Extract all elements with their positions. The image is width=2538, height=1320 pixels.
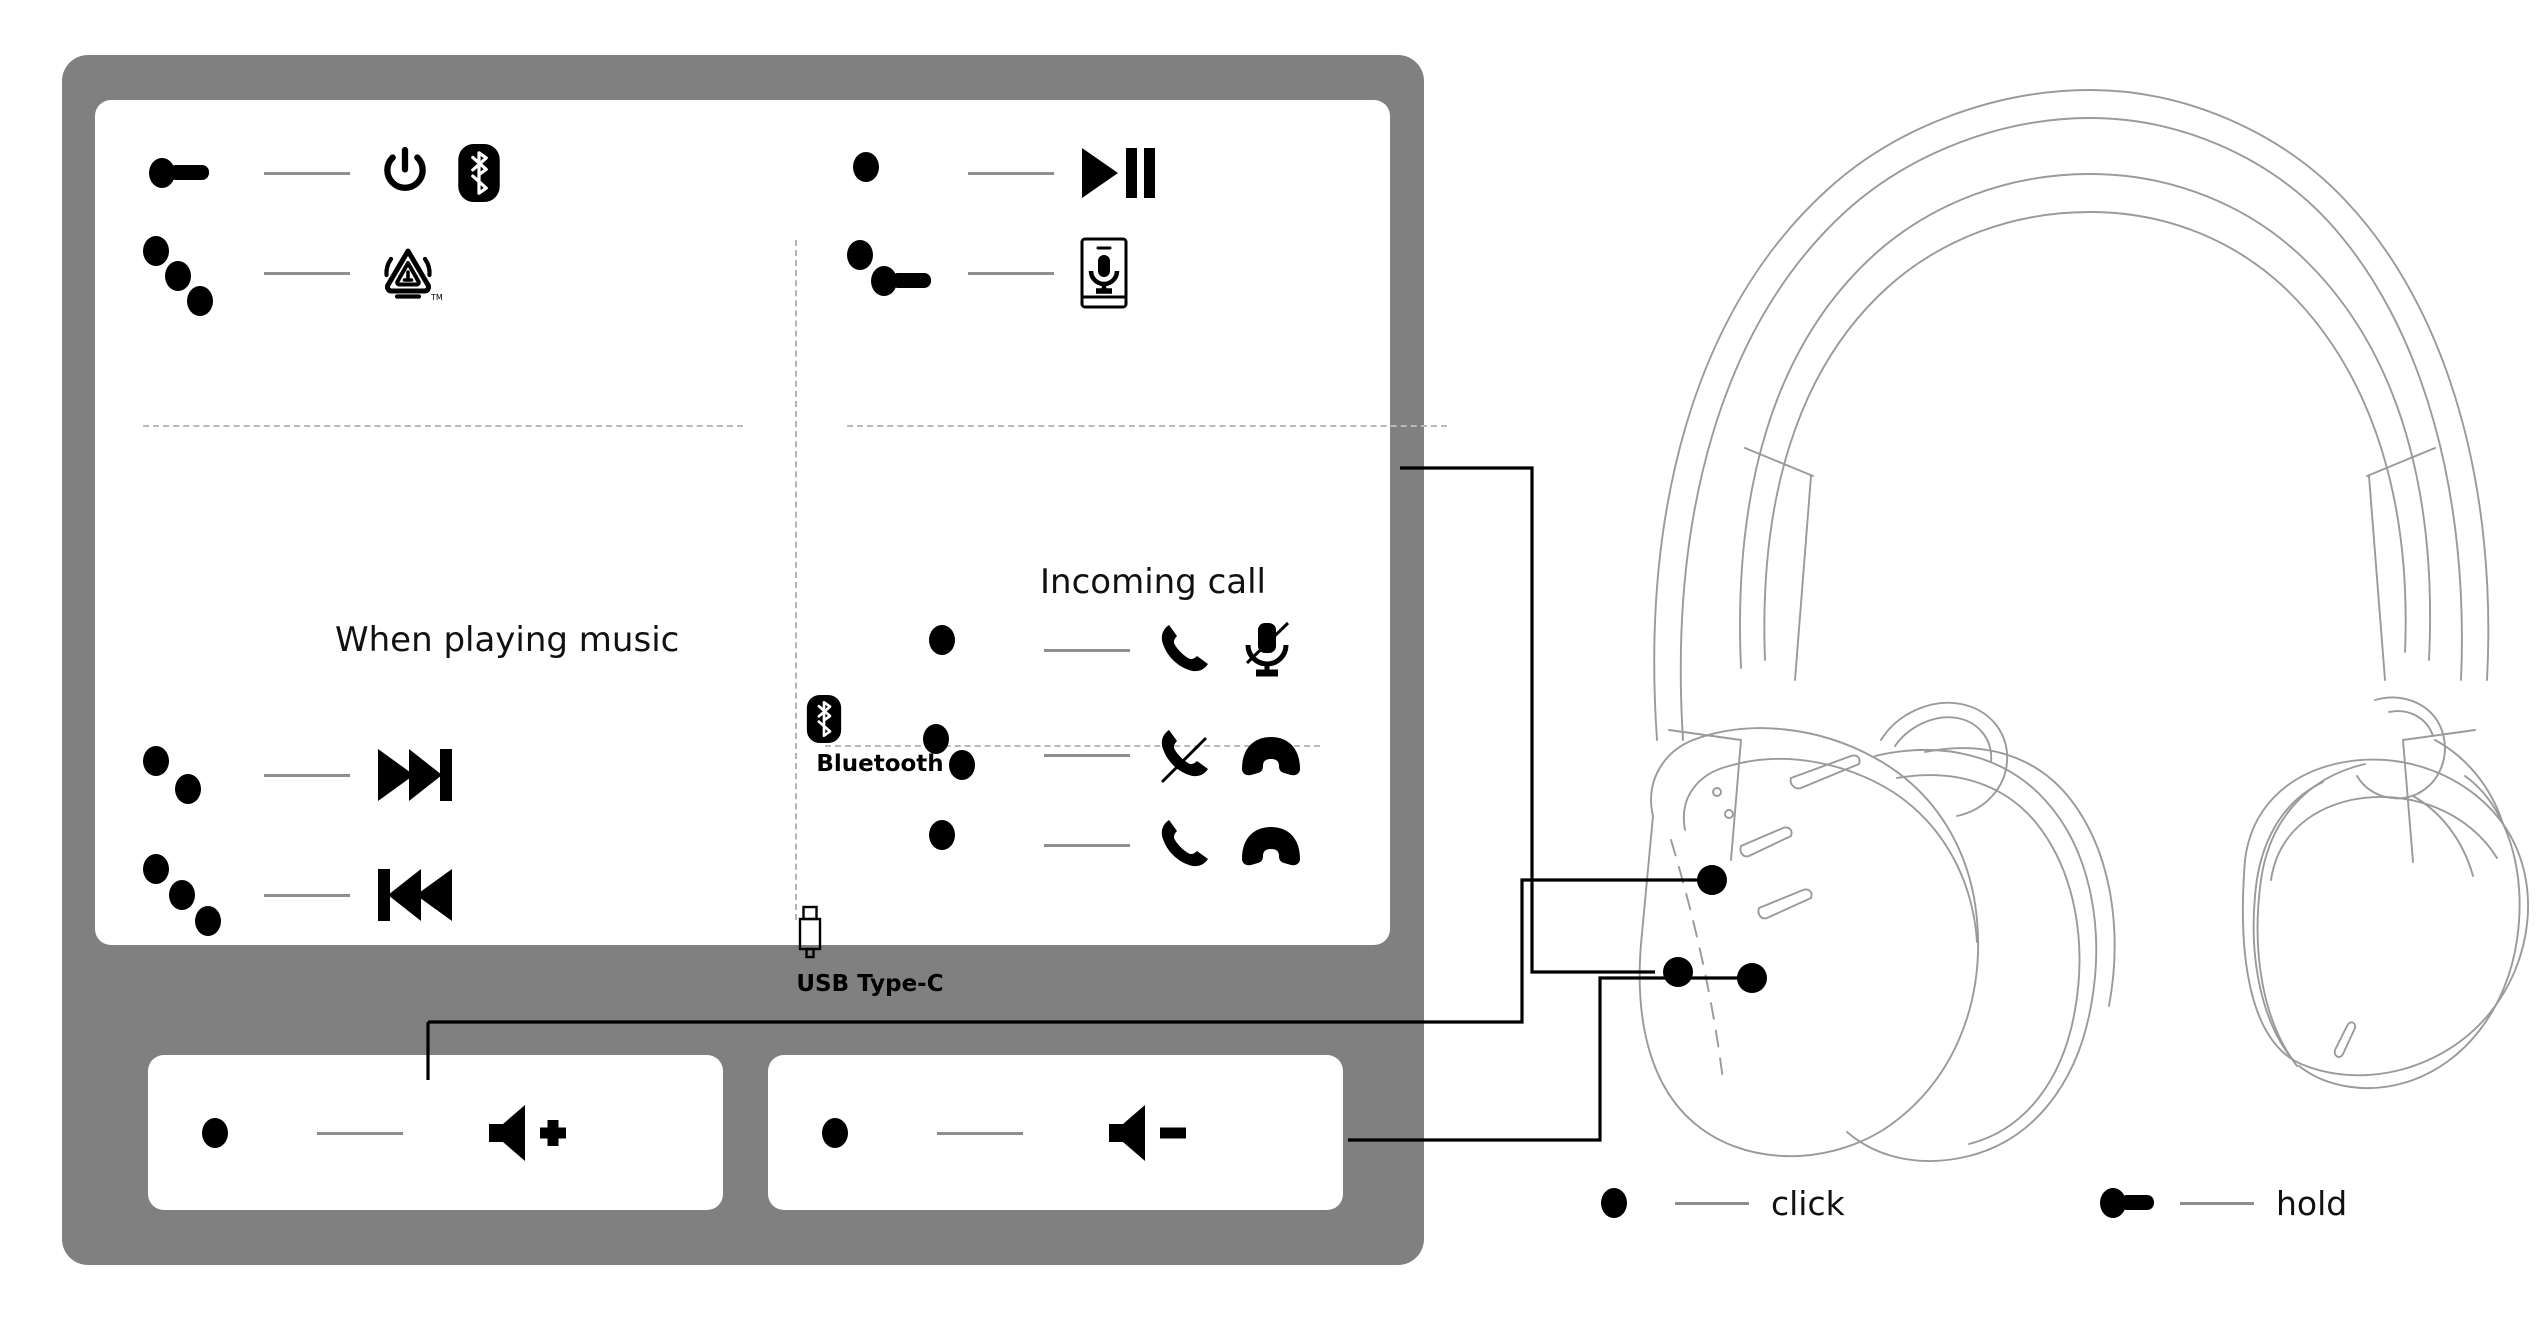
legend-click-symbol [1595, 1180, 1653, 1226]
gesture-click-x3-1 [143, 228, 238, 318]
gesture-hold-stem [2120, 1195, 2154, 1210]
gesture-row-usb-call[interactable] [923, 800, 1304, 890]
gesture-click-1 [847, 128, 942, 218]
mic-mute-icon [1238, 619, 1296, 681]
next-track-icon [376, 746, 454, 804]
diagram-canvas: TM When playing music Incoming call Blue… [0, 0, 2538, 1320]
hang-up-icon [1238, 733, 1304, 777]
gesture-dot [143, 236, 169, 266]
connector-dash [1044, 843, 1130, 847]
horizontal-divider-right [847, 425, 1447, 427]
volume-down-card[interactable] [768, 1055, 1343, 1210]
connector-dash [317, 1131, 403, 1135]
play-pause-icon [1080, 145, 1158, 201]
gesture-dot [929, 625, 955, 655]
connector-dash [264, 893, 350, 897]
legend-item-hold: hold [2100, 1180, 2347, 1226]
gesture-dot [187, 286, 213, 316]
gesture-click-2 [923, 605, 1018, 695]
horizontal-divider-left [143, 425, 743, 427]
headphones-illustration [1545, 40, 2535, 1162]
connector-dash [1044, 753, 1130, 757]
gesture-dot [202, 1118, 228, 1148]
connector-dash [264, 271, 350, 275]
power-icon [376, 144, 434, 202]
legend-dash [2180, 1201, 2254, 1205]
gesture-click-3 [923, 800, 1018, 890]
gesture-row-volume-down[interactable] [816, 1088, 1197, 1178]
connector-dash [968, 271, 1054, 275]
gesture-dot [929, 820, 955, 850]
gesture-click-x3-2 [143, 850, 238, 940]
connector-dash [264, 171, 350, 175]
volume-up-icon [485, 1102, 577, 1164]
main-controls-card: TM When playing music Incoming call Blue… [95, 100, 1447, 997]
hang-up-icon [1238, 823, 1304, 867]
gesture-row-play-pause[interactable] [847, 128, 1158, 218]
auracast-icon: TM [376, 241, 443, 305]
section-heading-incoming-call: Incoming call [1040, 562, 1266, 602]
reject-call-icon [1156, 724, 1218, 786]
gesture-dot [169, 880, 195, 910]
gesture-row-power[interactable] [143, 128, 504, 218]
gesture-dot [949, 750, 975, 780]
gesture-hold-stem [891, 273, 931, 288]
gesture-row-next-track[interactable] [143, 730, 454, 820]
gesture-row-answer-call[interactable] [923, 605, 1296, 695]
gesture-click-volume-up [196, 1088, 291, 1178]
source-label-usb-type-c: USB Type-C [796, 971, 944, 997]
usb-type-c-icon [795, 905, 945, 963]
gesture-dot [175, 774, 201, 804]
answer-call-icon [1156, 814, 1218, 876]
gesture-click-x2-1 [143, 730, 238, 820]
volume-up-card[interactable] [148, 1055, 723, 1210]
gesture-row-reject-call[interactable] [923, 710, 1304, 800]
gesture-dot [1601, 1188, 1627, 1218]
gesture-hold-stem [169, 165, 209, 180]
gesture-row-voice-assistant[interactable] [847, 228, 1128, 318]
gesture-click-hold-1 [847, 228, 942, 318]
section-heading-music: When playing music [335, 620, 680, 660]
gesture-hold-1 [143, 128, 238, 218]
answer-call-icon [1156, 619, 1218, 681]
connector-dash [264, 773, 350, 777]
gesture-dot [195, 906, 221, 936]
legend-label-click: click [1771, 1183, 1845, 1223]
legend-dash [1675, 1201, 1749, 1205]
connector-dash [1044, 648, 1130, 652]
legend-item-click: click [1595, 1180, 1845, 1226]
gesture-dot [847, 240, 873, 270]
gesture-dot [822, 1118, 848, 1148]
gesture-dot [143, 746, 169, 776]
gesture-row-auracast[interactable]: TM [143, 228, 443, 318]
gesture-click-volume-down [816, 1088, 911, 1178]
previous-track-icon [376, 866, 454, 924]
connector-dash [937, 1131, 1023, 1135]
gesture-click-x2-2 [923, 710, 1018, 800]
legend-hold-symbol [2100, 1180, 2158, 1226]
gesture-row-volume-up[interactable] [196, 1088, 577, 1178]
bluetooth-icon [454, 144, 504, 202]
gesture-dot [923, 724, 949, 754]
vertical-divider [795, 240, 797, 920]
legend-label-hold: hold [2276, 1183, 2348, 1223]
gesture-row-previous-track[interactable] [143, 850, 454, 940]
gesture-dot [853, 152, 879, 182]
source-usb-type-c: USB Type-C [795, 905, 945, 997]
volume-down-icon [1105, 1102, 1197, 1164]
phone-voice-assistant-icon [1080, 237, 1128, 309]
svg-text:TM: TM [430, 293, 443, 302]
gesture-dot [165, 261, 191, 291]
gesture-dot [143, 854, 169, 884]
connector-dash [968, 171, 1054, 175]
